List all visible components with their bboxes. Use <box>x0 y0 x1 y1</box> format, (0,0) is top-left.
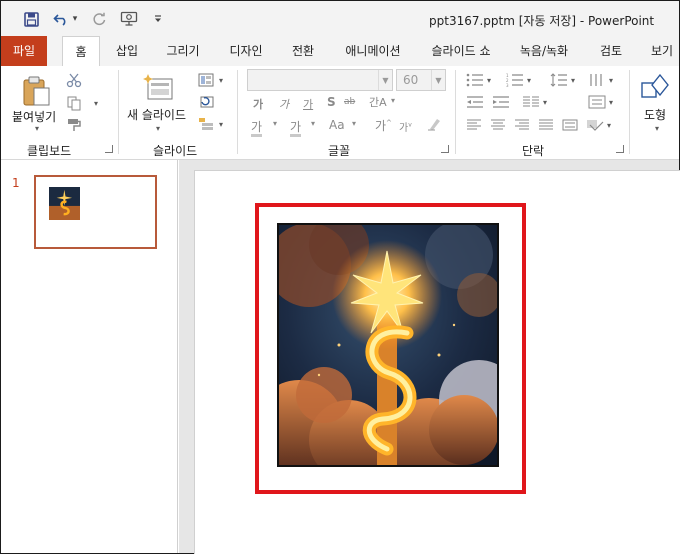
group-separator <box>455 70 456 154</box>
tab-draw[interactable]: 그리기 <box>161 36 205 66</box>
window-title: ppt3167.pptm [자동 저장] - PowerPoint <box>429 14 655 28</box>
chevron-down-icon[interactable]: ▾ <box>569 72 577 88</box>
tab-transitions[interactable]: 전환 <box>283 36 323 66</box>
new-slide-label[interactable]: 새 슬라이드 <box>127 106 186 123</box>
align-center-icon[interactable] <box>489 118 507 132</box>
chevron-down-icon[interactable]: ▾ <box>525 72 533 88</box>
font-group-label: 글꼴 <box>328 144 351 158</box>
numbering-icon[interactable]: 123 <box>505 72 525 88</box>
chevron-down-icon[interactable]: ▾ <box>607 94 615 110</box>
present-icon[interactable] <box>119 9 139 29</box>
layout-dropdown-icon[interactable]: ▾ <box>216 72 226 88</box>
chevron-down-icon[interactable]: ▾ <box>541 94 549 110</box>
align-right-icon[interactable] <box>513 118 531 132</box>
chevron-down-icon[interactable]: ▾ <box>607 72 615 88</box>
highlight-color-icon[interactable]: 가 <box>290 118 302 137</box>
slides-group-label: 슬라이드 <box>153 144 198 158</box>
tab-animations[interactable]: 애니메이션 <box>336 36 410 66</box>
distributed-icon[interactable] <box>561 118 579 132</box>
paragraph-group-label: 단락 <box>522 144 545 158</box>
chevron-down-icon[interactable]: ▾ <box>352 119 356 128</box>
clipboard-launcher-icon[interactable] <box>105 145 113 153</box>
text-direction-icon[interactable] <box>587 72 607 88</box>
strikethrough-button[interactable]: ab <box>344 97 355 107</box>
tab-slideshow[interactable]: 슬라이드 쇼 <box>422 36 500 66</box>
increase-indent-icon[interactable] <box>491 94 511 110</box>
chevron-down-icon[interactable]: ▼ <box>378 70 392 90</box>
ribbon-tabs: 파일 홈 삽입 그리기 디자인 전환 애니메이션 슬라이드 쇼 녹음/녹화 검토… <box>1 36 679 67</box>
section-icon[interactable] <box>197 116 215 132</box>
tab-review[interactable]: 검토 <box>591 36 631 66</box>
font-size-value: 60 <box>403 73 419 87</box>
ribbon: 붙여넣기 ▾ ▾ 클립보드 새 슬라이드 ▾ ▾ ▾ 슬라이드 ▼ 60 ▼ 가… <box>1 66 679 160</box>
clear-formatting-icon[interactable] <box>425 116 443 132</box>
section-dropdown-icon[interactable]: ▾ <box>216 116 226 132</box>
svg-text:3: 3 <box>506 83 509 87</box>
underline-button[interactable]: 가 <box>303 96 313 112</box>
shapes-label[interactable]: 도형 <box>644 106 666 123</box>
tab-design[interactable]: 디자인 <box>222 36 270 66</box>
format-painter-icon[interactable] <box>65 116 83 134</box>
italic-button[interactable]: 가 <box>279 96 289 112</box>
chevron-down-icon[interactable]: ▾ <box>273 119 277 128</box>
cut-icon[interactable] <box>65 71 83 89</box>
tab-view[interactable]: 보기 <box>645 36 679 66</box>
tab-record[interactable]: 녹음/녹화 <box>511 36 577 66</box>
bold-button[interactable]: 가 <box>253 96 263 112</box>
align-left-icon[interactable] <box>465 118 483 132</box>
shrink-font-icon[interactable]: 가v <box>399 119 412 134</box>
tab-home[interactable]: 홈 <box>62 36 100 67</box>
paragraph-launcher-icon[interactable] <box>616 145 624 153</box>
chevron-down-icon[interactable]: ▾ <box>391 96 395 105</box>
chevron-down-icon[interactable]: ▾ <box>485 72 493 88</box>
slide-picture[interactable] <box>277 223 499 467</box>
new-slide-icon[interactable] <box>141 72 175 102</box>
undo-dropdown-icon[interactable]: ▾ <box>70 9 80 29</box>
font-launcher-icon[interactable] <box>441 145 449 153</box>
copy-icon[interactable] <box>65 94 83 112</box>
decrease-indent-icon[interactable] <box>465 94 485 110</box>
justify-icon[interactable] <box>537 118 555 132</box>
shapes-dropdown-icon[interactable]: ▾ <box>652 124 662 133</box>
character-spacing-button[interactable]: 간A <box>369 94 387 110</box>
group-separator <box>118 70 119 154</box>
group-separator <box>237 70 238 154</box>
shadow-button[interactable]: S <box>327 95 336 109</box>
paste-label[interactable]: 붙여넣기 <box>12 108 56 125</box>
customize-qat-icon[interactable] <box>151 9 165 29</box>
save-icon[interactable] <box>23 9 39 29</box>
shapes-icon[interactable] <box>639 72 671 104</box>
tab-insert[interactable]: 삽입 <box>107 36 147 66</box>
tab-file[interactable]: 파일 <box>1 36 47 66</box>
bullets-icon[interactable] <box>465 72 485 88</box>
reset-icon[interactable] <box>197 94 215 110</box>
slide-number: 1 <box>12 176 20 190</box>
group-separator <box>629 70 630 154</box>
thumbnail-picture <box>49 187 80 220</box>
chevron-down-icon[interactable]: ▾ <box>311 119 315 128</box>
undo-icon[interactable] <box>53 9 69 29</box>
line-spacing-icon[interactable] <box>549 72 569 88</box>
paste-dropdown-icon[interactable]: ▾ <box>32 124 42 133</box>
chevron-down-icon[interactable]: ▼ <box>431 70 445 90</box>
smartart-icon[interactable] <box>585 118 605 132</box>
new-slide-dropdown-icon[interactable]: ▾ <box>153 124 163 133</box>
copy-dropdown-icon[interactable]: ▾ <box>91 96 101 110</box>
layout-icon[interactable] <box>197 72 215 88</box>
chevron-down-icon[interactable]: ▾ <box>605 118 613 132</box>
font-name-field[interactable]: ▼ <box>247 69 393 91</box>
align-text-icon[interactable] <box>587 94 607 110</box>
columns-icon[interactable] <box>521 94 541 110</box>
redo-icon[interactable] <box>91 9 107 29</box>
clipboard-group-label: 클립보드 <box>27 144 72 158</box>
font-color-icon[interactable]: 가 <box>251 118 263 137</box>
change-case-icon[interactable]: Aa <box>329 118 345 132</box>
paste-icon[interactable] <box>20 74 52 108</box>
font-size-field[interactable]: 60 ▼ <box>396 69 446 91</box>
title-bar: ▾ ppt3167.pptm [자동 저장] - PowerPoint <box>1 1 679 36</box>
grow-font-icon[interactable]: 가^ <box>375 117 392 134</box>
